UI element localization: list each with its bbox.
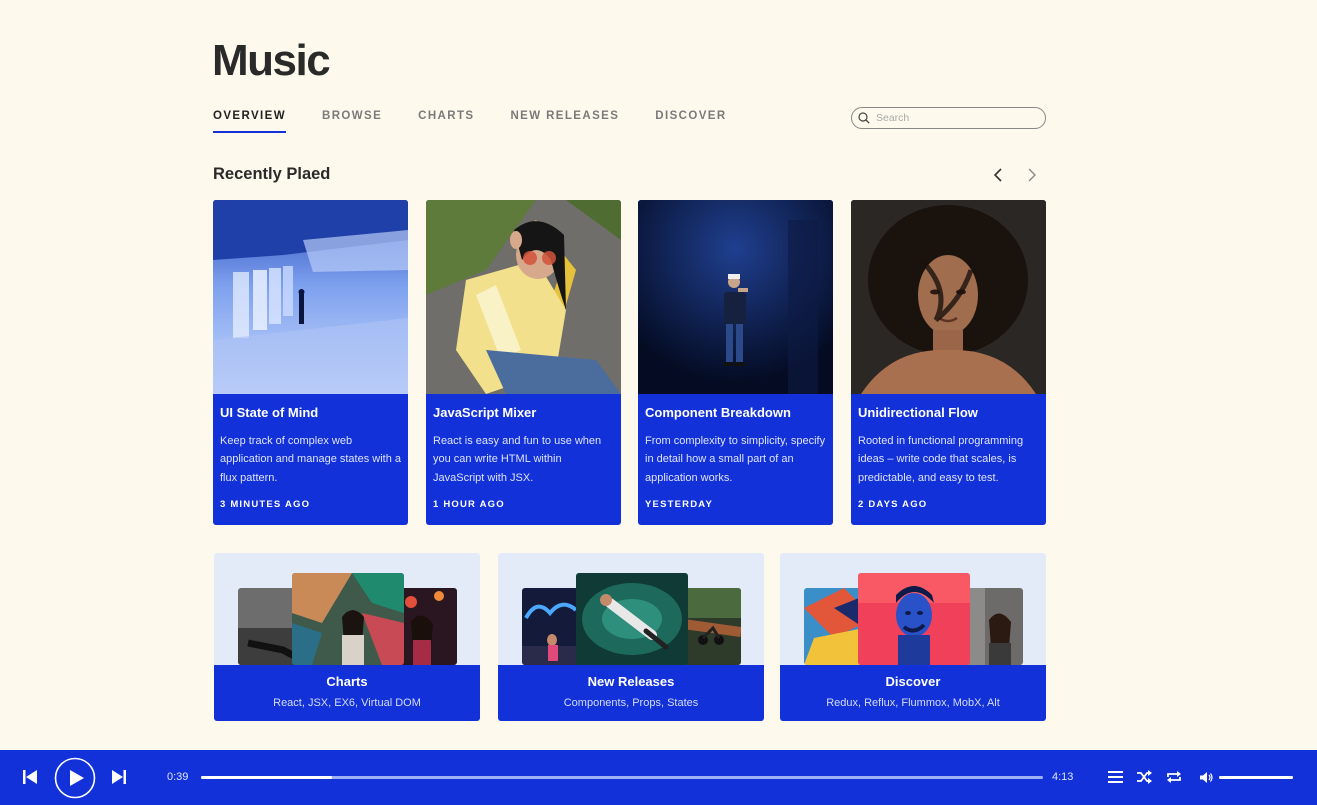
queue-icon[interactable] xyxy=(1108,771,1123,784)
tab-charts[interactable]: CHARTS xyxy=(418,110,474,133)
volume-slider[interactable] xyxy=(1219,776,1293,779)
album-card[interactable]: JavaScript Mixer React is easy and fun t… xyxy=(426,200,621,525)
category-collage xyxy=(780,553,1046,665)
album-cover-image xyxy=(213,200,408,394)
volume-icon[interactable] xyxy=(1200,772,1213,783)
thumbnail-image xyxy=(858,573,970,665)
category-band: Charts React, JSX, EX6, Virtual DOM xyxy=(214,665,480,721)
card-description: React is easy and fun to use when you ca… xyxy=(433,435,602,484)
category-title: Charts xyxy=(326,674,368,689)
card-description: From complexity to simplicity, specify i… xyxy=(645,435,826,484)
card-description: Rooted in functional programming ideas –… xyxy=(858,435,1024,484)
tab-browse[interactable]: BROWSE xyxy=(322,110,382,133)
thumbnail-image xyxy=(683,588,741,665)
skip-forward-icon[interactable] xyxy=(111,769,127,785)
thumbnail-image xyxy=(576,573,688,665)
search-icon xyxy=(858,112,870,124)
tab-discover[interactable]: DISCOVER xyxy=(655,110,726,133)
card-timestamp: 2 DAYS AGO xyxy=(858,499,928,510)
album-card[interactable]: Component Breakdown From complexity to s… xyxy=(638,200,833,525)
category-band: New Releases Components, Props, States xyxy=(498,665,764,721)
category-card-discover[interactable]: Discover Redux, Reflux, Flummox, MobX, A… xyxy=(780,553,1046,721)
category-subtitle: Components, Props, States xyxy=(563,697,699,709)
tab-new-releases[interactable]: NEW RELEASES xyxy=(510,110,619,133)
page-title: Music xyxy=(212,36,331,85)
card-title: JavaScript Mixer xyxy=(433,405,537,420)
category-collage xyxy=(214,553,480,665)
volume-fill xyxy=(1219,776,1293,779)
card-title: Component Breakdown xyxy=(645,405,791,420)
card-title: Unidirectional Flow xyxy=(858,405,978,420)
current-time: 0:39 xyxy=(167,771,189,783)
album-cover-image xyxy=(426,200,621,394)
tab-overview[interactable]: OVERVIEW xyxy=(213,110,286,133)
thumbnail-image xyxy=(399,588,457,665)
card-timestamp: YESTERDAY xyxy=(645,499,713,510)
album-cover-image xyxy=(851,200,1046,394)
total-time: 4:13 xyxy=(1052,771,1074,783)
category-collage xyxy=(498,553,764,665)
category-card-charts[interactable]: Charts React, JSX, EX6, Virtual DOM xyxy=(214,553,480,721)
repeat-icon[interactable] xyxy=(1166,770,1182,784)
search-input[interactable] xyxy=(876,112,1036,124)
shuffle-icon[interactable] xyxy=(1136,770,1152,784)
chevron-right-icon[interactable] xyxy=(1024,166,1040,184)
skip-back-icon[interactable] xyxy=(22,769,38,785)
category-band: Discover Redux, Reflux, Flummox, MobX, A… xyxy=(780,665,1046,721)
album-cover-image xyxy=(638,200,833,394)
play-icon[interactable] xyxy=(54,757,96,799)
card-description: Keep track of complex web application an… xyxy=(220,435,402,484)
thumbnail-image xyxy=(965,588,1023,665)
progress-bar[interactable] xyxy=(201,776,1043,779)
card-timestamp: 1 HOUR AGO xyxy=(433,499,505,510)
card-title: UI State of Mind xyxy=(220,405,319,420)
album-card[interactable]: UI State of Mind Keep track of complex w… xyxy=(213,200,408,525)
thumbnail-image xyxy=(292,573,404,665)
search-box[interactable] xyxy=(851,107,1046,129)
category-subtitle: Redux, Reflux, Flummox, MobX, Alt xyxy=(826,697,1000,709)
card-timestamp: 3 MINUTES AGO xyxy=(220,499,311,510)
chevron-left-icon[interactable] xyxy=(990,166,1006,184)
progress-fill xyxy=(201,776,332,779)
category-title: New Releases xyxy=(587,674,675,689)
category-title: Discover xyxy=(885,674,941,689)
player-bar: 0:39 4:13 xyxy=(0,750,1317,805)
main-nav: OVERVIEW BROWSE CHARTS NEW RELEASES DISC… xyxy=(213,110,763,133)
album-card[interactable]: Unidirectional Flow Rooted in functional… xyxy=(851,200,1046,525)
section-title-recently-played: Recently Plaed xyxy=(213,165,331,183)
category-subtitle: React, JSX, EX6, Virtual DOM xyxy=(273,697,421,709)
category-card-new-releases[interactable]: New Releases Components, Props, States xyxy=(498,553,764,721)
